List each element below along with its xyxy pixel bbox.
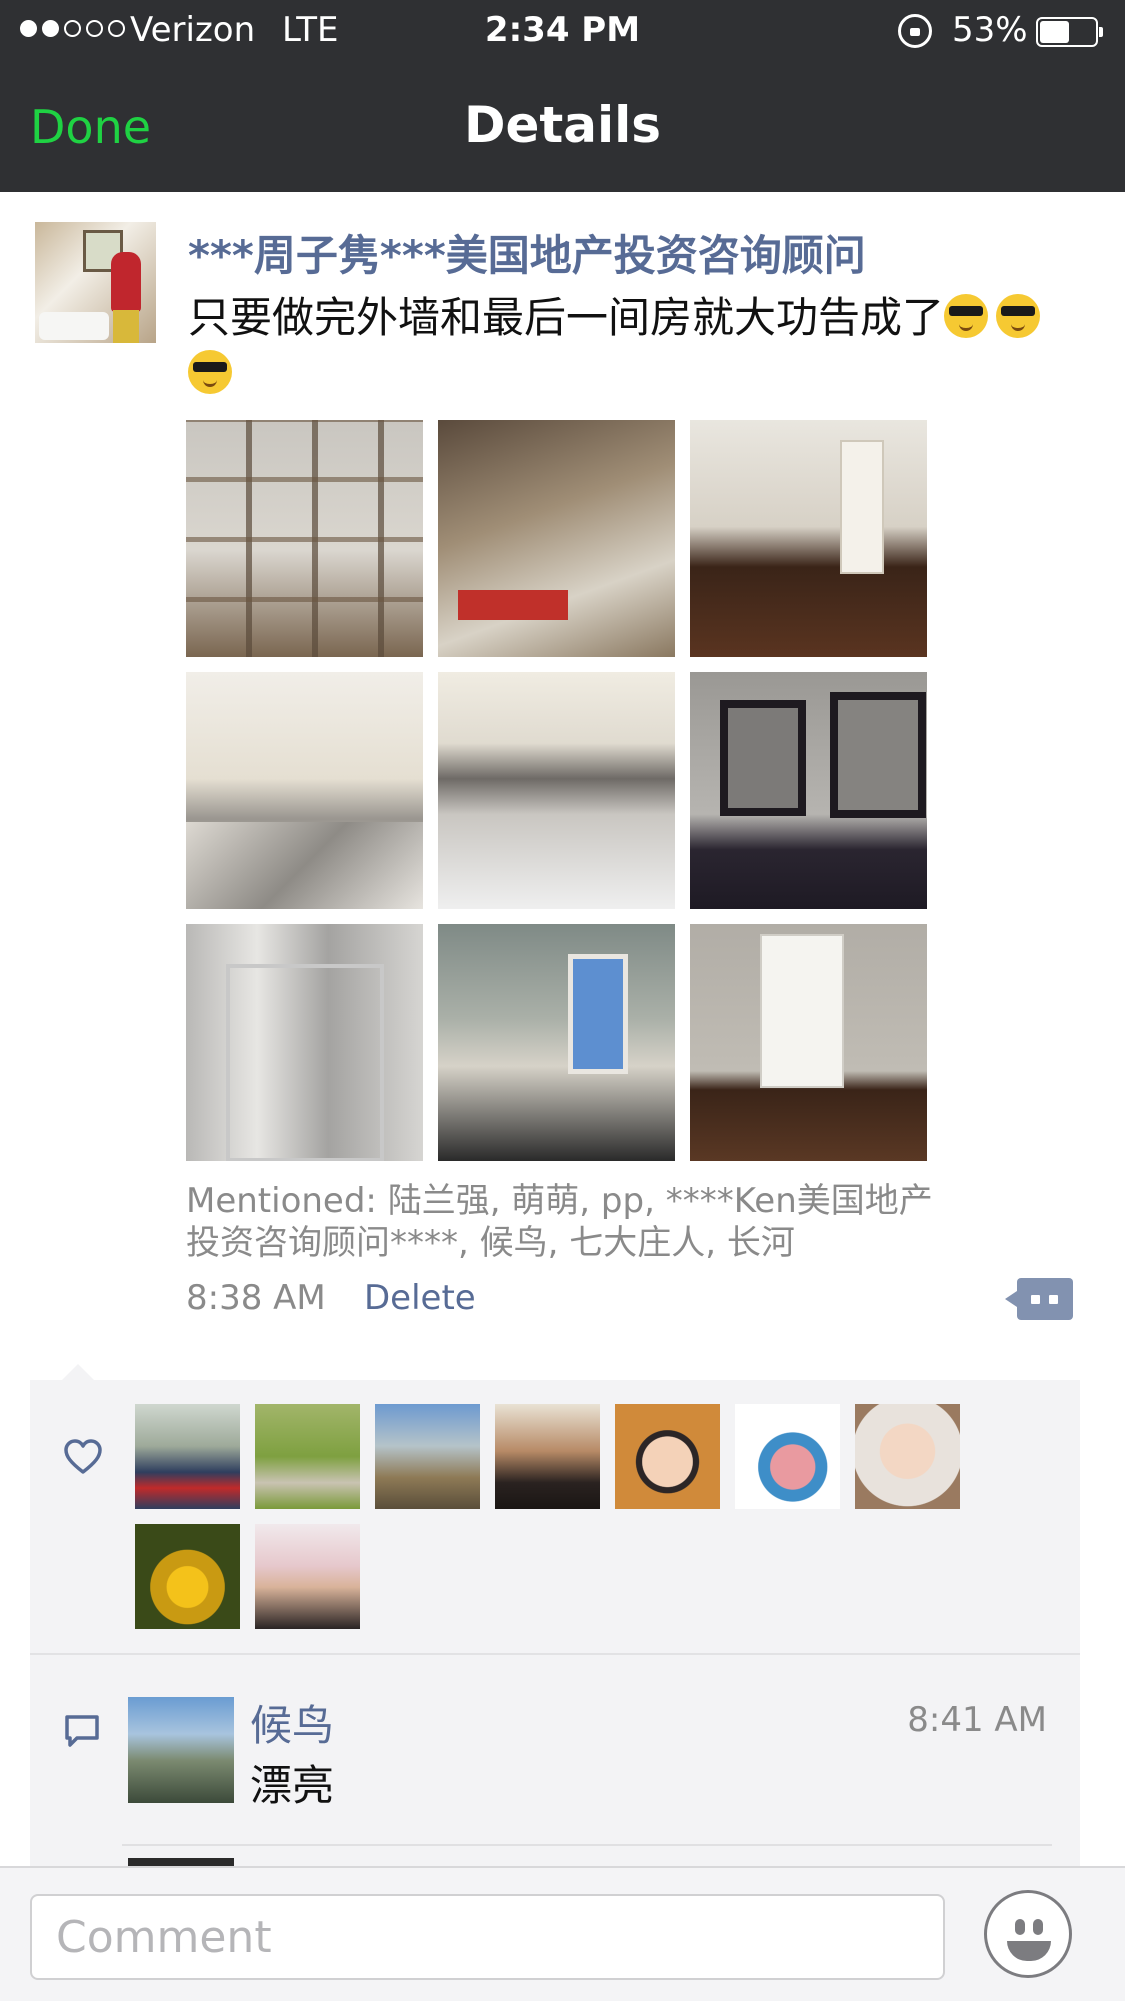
author-name[interactable]: ***周子隽***美国地产投资咨询顾问 (188, 222, 866, 283)
smile-icon (1007, 1941, 1051, 1961)
post-photo[interactable] (690, 420, 927, 657)
sunglasses-emoji-icon (996, 294, 1041, 338)
commenter-name[interactable]: 候鸟 (250, 1692, 334, 1753)
post-photo[interactable] (438, 420, 675, 657)
sunglasses-emoji-icon (188, 350, 232, 394)
liker-avatar[interactable] (615, 1404, 720, 1509)
post-photo[interactable] (690, 924, 927, 1161)
dot-icon (1049, 1295, 1058, 1304)
battery-icon (1036, 17, 1103, 47)
dot-icon (1031, 1295, 1040, 1304)
rotation-lock-icon (898, 14, 932, 48)
eye-icon (1033, 1919, 1043, 1935)
liker-avatar[interactable] (135, 1524, 240, 1629)
page-title: Details (463, 96, 662, 154)
emoji-button[interactable] (984, 1890, 1072, 1978)
post-photo[interactable] (186, 924, 423, 1161)
post-photo[interactable] (186, 672, 423, 909)
mentioned-users[interactable]: Mentioned: 陆兰强, 萌萌, pp, ****Ken美国地产投资咨询顾… (186, 1180, 946, 1264)
post-photo[interactable] (438, 672, 675, 909)
liker-avatar[interactable] (375, 1404, 480, 1509)
heart-icon (64, 1439, 102, 1474)
battery-level (1040, 21, 1069, 43)
comment-input-bar (0, 1866, 1125, 2001)
post-photo[interactable] (186, 420, 423, 657)
nav-bar: Done Details (0, 64, 1125, 192)
liker-avatar[interactable] (495, 1404, 600, 1509)
liker-avatar[interactable] (735, 1404, 840, 1509)
post-timestamp: 8:38 AM (186, 1278, 326, 1318)
more-actions-button[interactable] (1005, 1278, 1073, 1320)
comment-timestamp: 8:41 AM (907, 1700, 1047, 1740)
post-photo[interactable] (690, 672, 927, 909)
battery-percentage: 53% (952, 10, 1028, 50)
liker-avatar[interactable] (255, 1524, 360, 1629)
liker-avatar[interactable] (135, 1404, 240, 1509)
post-photo[interactable] (438, 924, 675, 1161)
liker-avatar[interactable] (255, 1404, 360, 1509)
delete-button[interactable]: Delete (364, 1278, 476, 1318)
panel-pointer (62, 1364, 94, 1380)
divider (122, 1844, 1052, 1846)
author-avatar[interactable] (35, 222, 156, 343)
post-body: 只要做完外墙和最后一间房就大功告成了 (188, 293, 945, 342)
comment-text[interactable]: 漂亮 (250, 1752, 334, 1813)
commenter-avatar[interactable] (128, 1697, 234, 1803)
divider (30, 1653, 1080, 1655)
comment-input[interactable] (30, 1894, 945, 1980)
status-bar: Verizon LTE 2:34 PM 53% (0, 0, 1125, 64)
post-text: 只要做完外墙和最后一间房就大功告成了 (188, 290, 1068, 402)
liker-avatar[interactable] (855, 1404, 960, 1509)
comment-bubble-icon (65, 1715, 99, 1747)
screen: Verizon LTE 2:34 PM 53% Done Details ***… (0, 0, 1125, 2001)
eye-icon (1015, 1919, 1025, 1935)
sunglasses-emoji-icon (944, 294, 989, 338)
